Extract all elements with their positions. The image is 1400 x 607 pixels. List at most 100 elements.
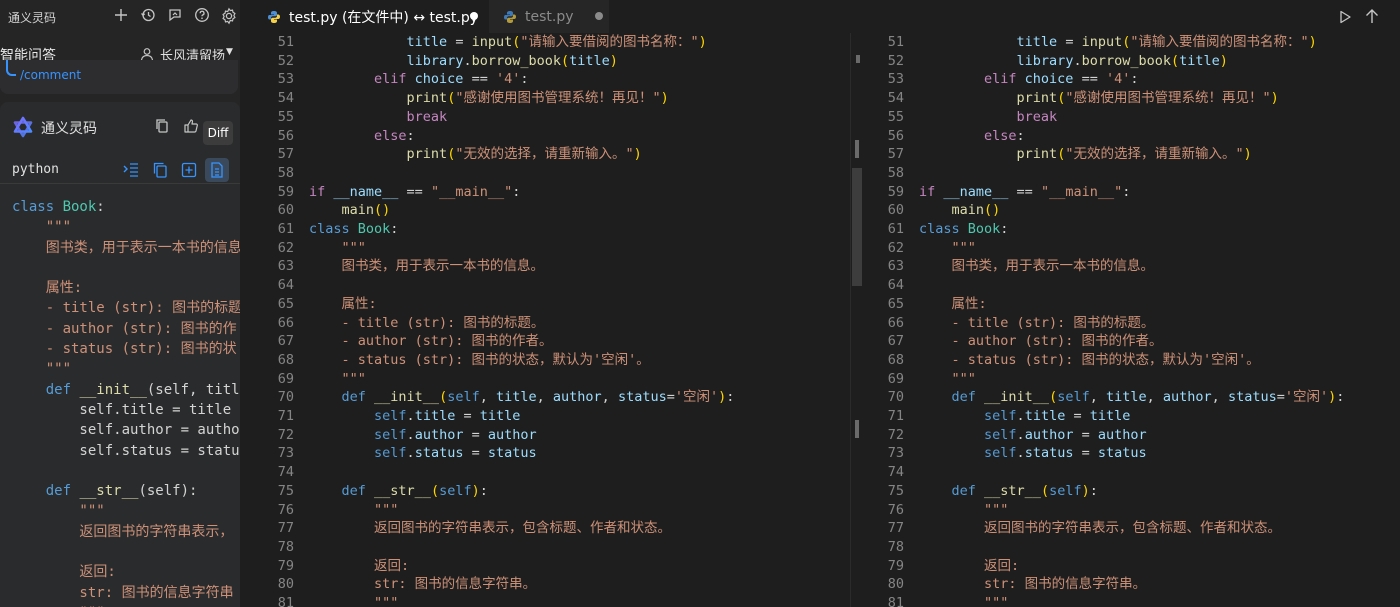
code-line[interactable]: 81 """	[870, 594, 1400, 607]
code-token: .	[406, 408, 415, 424]
feedback-icon[interactable]	[166, 7, 184, 25]
help-icon[interactable]	[193, 7, 211, 25]
code-token: "__main__"	[430, 183, 513, 200]
code-line[interactable]: 60 main()	[870, 201, 1400, 220]
insert-at-cursor-icon[interactable]	[122, 161, 140, 179]
code-line[interactable]: 61 class Book:	[870, 220, 1400, 239]
code-line[interactable]: 71 self.title = title	[260, 407, 850, 426]
code-line[interactable]: 69 """	[260, 370, 850, 389]
code-token: "__main__"	[1040, 183, 1123, 200]
code-line[interactable]: 80 str: 图书的信息字符串。	[260, 575, 850, 594]
diff-modified-pane[interactable]: 51 title = input("请输入要借阅的图书名称：") 52 libra…	[870, 33, 1400, 607]
history-icon[interactable]	[139, 7, 157, 25]
code-line[interactable]: 63 图书类，用于表示一本书的信息。	[870, 257, 1400, 276]
code-line[interactable]: 76 """	[870, 501, 1400, 520]
copy-icon[interactable]	[154, 118, 170, 134]
code-line[interactable]: 57 print("无效的选择，请重新输入。")	[260, 145, 850, 164]
code-line[interactable]: 62 """	[870, 239, 1400, 258]
line-content: 返回:	[309, 557, 409, 576]
line-number: 80	[887, 576, 904, 593]
code-line[interactable]: 60 main()	[260, 201, 850, 220]
code-line[interactable]: 67 - author (str): 图书的作者。	[870, 332, 1400, 351]
code-line[interactable]: 52 library.borrow_book(title)	[260, 52, 850, 71]
diff-icon[interactable]	[208, 161, 226, 179]
code-line[interactable]: 66 - title (str): 图书的标题。	[260, 314, 850, 333]
code-line[interactable]: 73 self.status = status	[260, 444, 850, 463]
code-line[interactable]: 79 返回:	[870, 557, 1400, 576]
line-number: 63	[887, 258, 904, 275]
code-line[interactable]: 75 def __str__(self):	[260, 482, 850, 501]
line-number: 78	[887, 538, 904, 555]
code-token: def	[309, 482, 375, 499]
tab-test-py[interactable]: test.py	[489, 0, 609, 33]
code-line[interactable]: 55 break	[870, 108, 1400, 127]
code-line[interactable]: 70 def __init__(self, title, author, sta…	[260, 388, 850, 407]
code-line[interactable]: 71 self.title = title	[870, 407, 1400, 426]
code-line[interactable]: 54 print("感谢使用图书管理系统！再见！")	[870, 89, 1400, 108]
code-line[interactable]: 58	[870, 164, 1400, 183]
change-marker	[856, 55, 860, 63]
code-line[interactable]: 78	[260, 538, 850, 557]
code-line[interactable]: 62 """	[260, 239, 850, 258]
code-line[interactable]: 58	[260, 164, 850, 183]
code-line[interactable]: 72 self.author = author	[870, 426, 1400, 445]
settings-icon[interactable]	[220, 7, 238, 25]
code-line[interactable]: 65 属性:	[260, 295, 850, 314]
code-line[interactable]: 51 title = input("请输入要借阅的图书名称：")	[260, 33, 850, 52]
code-line[interactable]: 80 str: 图书的信息字符串。	[870, 575, 1400, 594]
code-line[interactable]: 77 返回图书的字符串表示，包含标题、作者和状态。	[870, 519, 1400, 538]
code-line[interactable]: 51 title = input("请输入要借阅的图书名称：")	[870, 33, 1400, 52]
code-token: """	[919, 370, 976, 387]
unsaved-dot-icon[interactable]	[470, 12, 478, 20]
comment-command-link[interactable]: /comment	[20, 68, 81, 82]
copy-code-icon[interactable]	[151, 161, 169, 179]
code-line[interactable]: 77 返回图书的字符串表示，包含标题、作者和状态。	[260, 519, 850, 538]
run-icon[interactable]	[1338, 9, 1352, 24]
arrow-up-icon[interactable]	[1365, 8, 1379, 24]
code-line[interactable]: 74	[260, 463, 850, 482]
tab-diff-view[interactable]: test.py (在文件中) ↔ test.py	[253, 0, 488, 33]
code-line[interactable]: 74	[870, 463, 1400, 482]
code-line[interactable]: 78	[870, 538, 1400, 557]
code-line[interactable]: 64	[870, 276, 1400, 295]
code-line[interactable]: 81 """	[260, 594, 850, 607]
code-line[interactable]: 64	[260, 276, 850, 295]
code-line[interactable]: 53 elif choice == '4':	[870, 70, 1400, 89]
code-token: :	[1089, 482, 1098, 499]
code-line[interactable]: 61 class Book:	[260, 220, 850, 239]
code-line[interactable]: 67 - author (str): 图书的作者。	[260, 332, 850, 351]
code-line[interactable]: 68 - status (str): 图书的状态，默认为'空闲'。	[870, 351, 1400, 370]
code-line[interactable]: 56 else:	[870, 127, 1400, 146]
code-line[interactable]: 59 if __name__ == "__main__":	[870, 183, 1400, 202]
diff-original-pane[interactable]: 51 title = input("请输入要借阅的图书名称：") 52 libra…	[260, 33, 850, 607]
line-number: 60	[277, 202, 294, 219]
code-line[interactable]: 57 print("无效的选择，请重新输入。")	[870, 145, 1400, 164]
code-line[interactable]: 63 图书类，用于表示一本书的信息。	[260, 257, 850, 276]
thumbs-up-icon[interactable]	[183, 118, 199, 134]
line-content: """	[919, 594, 1008, 607]
code-line[interactable]: 70 def __init__(self, title, author, sta…	[870, 388, 1400, 407]
code-line[interactable]: 65 属性:	[870, 295, 1400, 314]
plus-icon[interactable]	[112, 7, 130, 25]
code-line[interactable]: 73 self.status = status	[870, 444, 1400, 463]
code-language-label: python	[12, 162, 59, 177]
code-line[interactable]: 75 def __str__(self):	[870, 482, 1400, 501]
code-line[interactable]: 55 break	[260, 108, 850, 127]
caret-down-icon[interactable]: ▼	[226, 47, 233, 57]
code-line[interactable]: 53 elif choice == '4':	[260, 70, 850, 89]
line-content: print("感谢使用图书管理系统！再见！")	[309, 89, 669, 108]
code-line[interactable]: 52 library.borrow_book(title)	[870, 52, 1400, 71]
code-line[interactable]: 76 """	[260, 501, 850, 520]
new-file-icon[interactable]	[180, 161, 198, 179]
code-line[interactable]: 69 """	[870, 370, 1400, 389]
code-line[interactable]: 68 - status (str): 图书的状态，默认为'空闲'。	[260, 351, 850, 370]
code-line[interactable]: 72 self.author = author	[260, 426, 850, 445]
diff-overview-ruler[interactable]	[850, 33, 864, 607]
code-line[interactable]: 56 else:	[260, 127, 850, 146]
code-line[interactable]: 54 print("感谢使用图书管理系统！再见！")	[260, 89, 850, 108]
code-line[interactable]: 79 返回:	[260, 557, 850, 576]
unsaved-dot-icon[interactable]	[595, 12, 603, 20]
code-line[interactable]: 59 if __name__ == "__main__":	[260, 183, 850, 202]
scrollbar-thumb[interactable]	[852, 168, 862, 286]
code-line[interactable]: 66 - title (str): 图书的标题。	[870, 314, 1400, 333]
